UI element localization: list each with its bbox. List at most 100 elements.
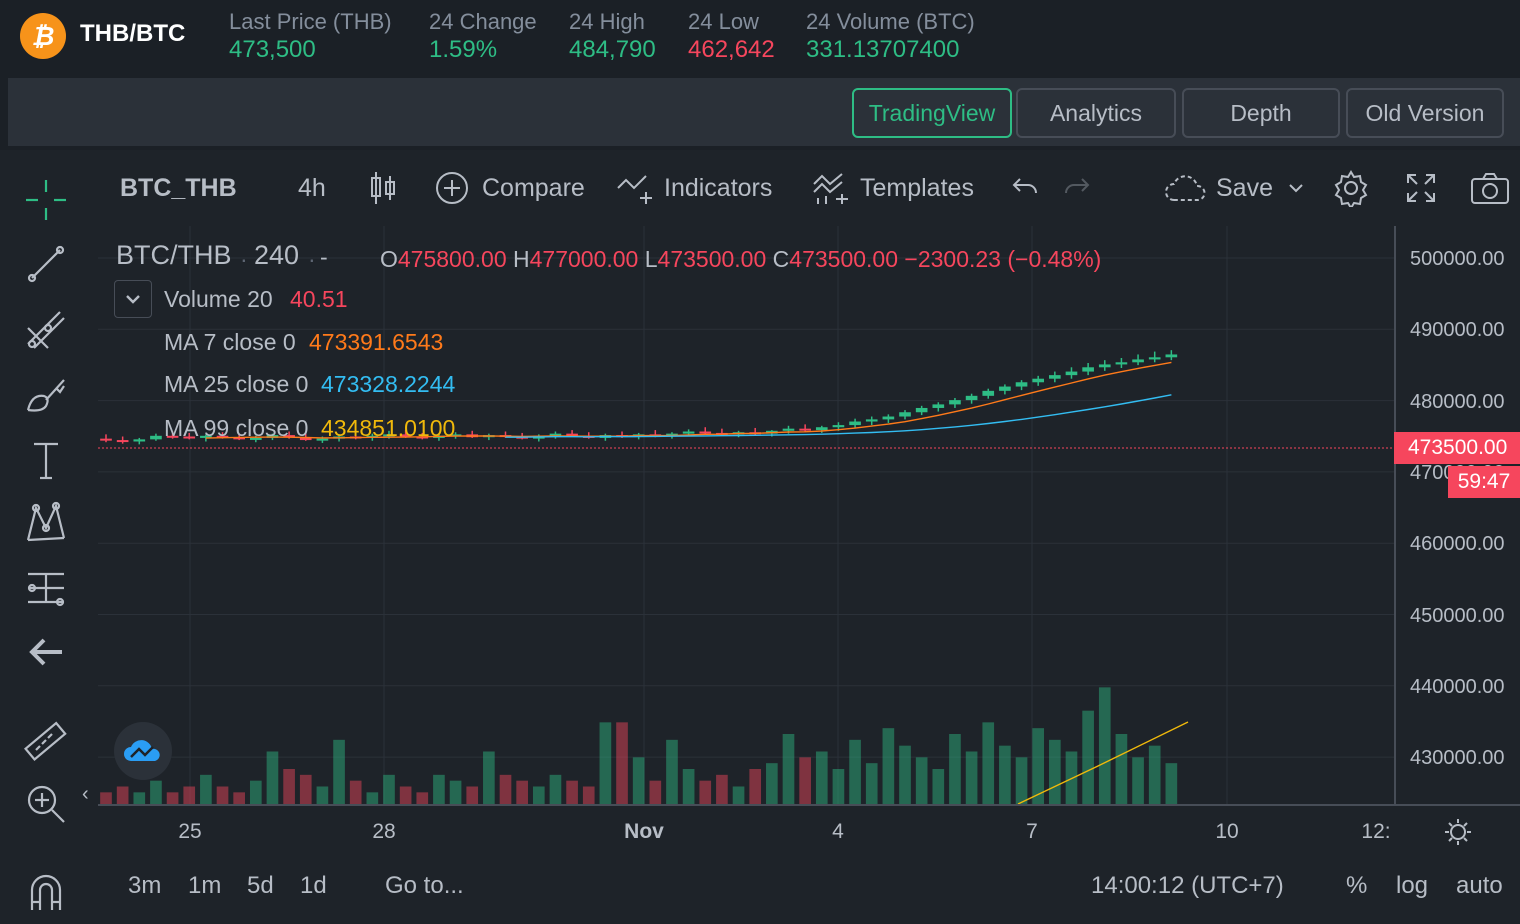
volume-bar [133,792,146,804]
save-button[interactable]: Save [1164,150,1273,226]
text-tool[interactable] [20,434,72,486]
screenshot-button[interactable] [1470,150,1510,226]
settings-button[interactable] [1332,150,1370,226]
range-5d[interactable]: 5d [247,872,274,900]
stat-last-price: Last Price (THB) 473,500 [229,8,392,64]
back-tool[interactable] [20,626,72,678]
interval-button[interactable]: 4h [298,150,326,226]
scroll-left-icon[interactable]: ‹ [82,783,89,806]
log-scale-button[interactable]: log [1396,872,1428,900]
indicators-button[interactable]: Indicators [616,150,772,226]
axis-settings [1394,804,1520,852]
volume-bar [216,786,229,804]
price-axis[interactable]: 500000.00 490000.00 480000.00 470000.00 … [1394,226,1520,804]
volume-bar [366,792,379,804]
crosshair-tool[interactable] [20,174,72,226]
auto-scale-button[interactable]: auto [1456,872,1503,900]
candle-body [682,431,695,434]
time-tick: 28 [372,820,396,843]
volume-bar [865,763,878,804]
candle-body [982,390,995,396]
volume-bar [200,774,212,804]
ruler-tool[interactable] [20,716,72,768]
time-tick: 4 [832,820,844,843]
candle-body [183,436,196,439]
volume-bar [616,722,628,804]
axis-settings-button[interactable] [1444,818,1472,851]
candle-body [882,416,895,420]
candle-body [316,438,329,441]
tab-tradingview[interactable]: TradingView [852,88,1012,138]
ruler-icon [24,721,67,762]
candle-style-button[interactable] [368,150,398,226]
tab-old-version[interactable]: Old Version [1346,88,1504,138]
tradingview-logo[interactable] [114,722,172,780]
time-tick: 12: [1361,820,1391,843]
time-tick: 7 [1026,820,1038,843]
measure-position-tool[interactable] [20,562,72,614]
brush-icon [26,379,65,412]
candle-body [1049,375,1061,379]
candle-body [1082,367,1094,372]
volume-bar [516,780,528,804]
compare-button[interactable]: Compare [434,150,585,226]
goto-button[interactable]: Go to... [385,872,464,900]
position-icon [27,572,65,607]
trendline-tool[interactable] [20,238,72,290]
arrow-left-icon [29,638,62,666]
fullscreen-button[interactable] [1404,150,1438,226]
volume-bar [649,780,662,804]
save-label: Save [1216,173,1273,202]
undo-button[interactable] [1010,150,1040,226]
stat-value: 484,790 [569,36,656,63]
magnet-tool[interactable] [20,866,72,918]
volume-bar [965,751,978,804]
stat-24-volume: 24 Volume (BTC) 331.13707400 [806,8,975,64]
volume-bar [832,769,845,804]
stat-24-high: 24 High 484,790 [569,8,656,64]
symbol-button[interactable]: BTC_THB [120,150,237,226]
volume-bar [1049,739,1061,804]
zoom-in-tool[interactable] [20,778,72,830]
volume-bar [899,745,911,804]
price-tick: 490000.00 [1410,319,1505,341]
tab-analytics[interactable]: Analytics [1016,88,1176,138]
add-circle-icon [436,172,468,204]
tab-depth[interactable]: Depth [1182,88,1340,138]
candle-body [965,395,978,401]
volume-bar [433,774,445,804]
zoom-in-icon [27,785,65,823]
volume-bar [166,792,179,804]
range-1m[interactable]: 1m [188,872,221,900]
clock-display[interactable]: 14:00:12 (UTC+7) [1091,872,1284,900]
volume-bar [183,786,196,804]
save-menu-button[interactable] [1286,150,1306,226]
time-tick: Nov [624,820,664,843]
price-chart[interactable] [98,226,1394,804]
volume-bar [1132,757,1144,804]
range-3m[interactable]: 3m [128,872,161,900]
stat-value: 331.13707400 [806,36,960,63]
percent-scale-button[interactable]: % [1346,872,1367,900]
templates-button[interactable]: Templates [812,150,974,226]
candle-body [799,428,811,431]
range-1d[interactable]: 1d [300,872,327,900]
pattern-tool[interactable] [20,496,72,548]
fib-tool[interactable] [20,304,72,356]
brush-tool[interactable] [20,368,72,420]
redo-button[interactable] [1062,150,1092,226]
collapse-legend-button[interactable] [114,280,152,318]
stat-label: 24 Change [429,9,537,34]
volume-bar [849,739,861,804]
time-axis[interactable]: 25 28 Nov 4 7 10 12: [98,804,1394,852]
price-tick: 500000.00 [1410,248,1505,270]
volume-bar [815,751,828,804]
volume-bar [449,780,462,804]
price-tick: 440000.00 [1410,676,1505,698]
volume-bar [316,786,329,804]
tradingview-cloud-icon [124,740,160,761]
ticker-bar: ₿ THB/BTC Last Price (THB) 473,500 24 Ch… [0,0,1520,74]
volume-bar [716,774,728,804]
volume-bar [599,722,612,804]
volume-bar [499,774,512,804]
